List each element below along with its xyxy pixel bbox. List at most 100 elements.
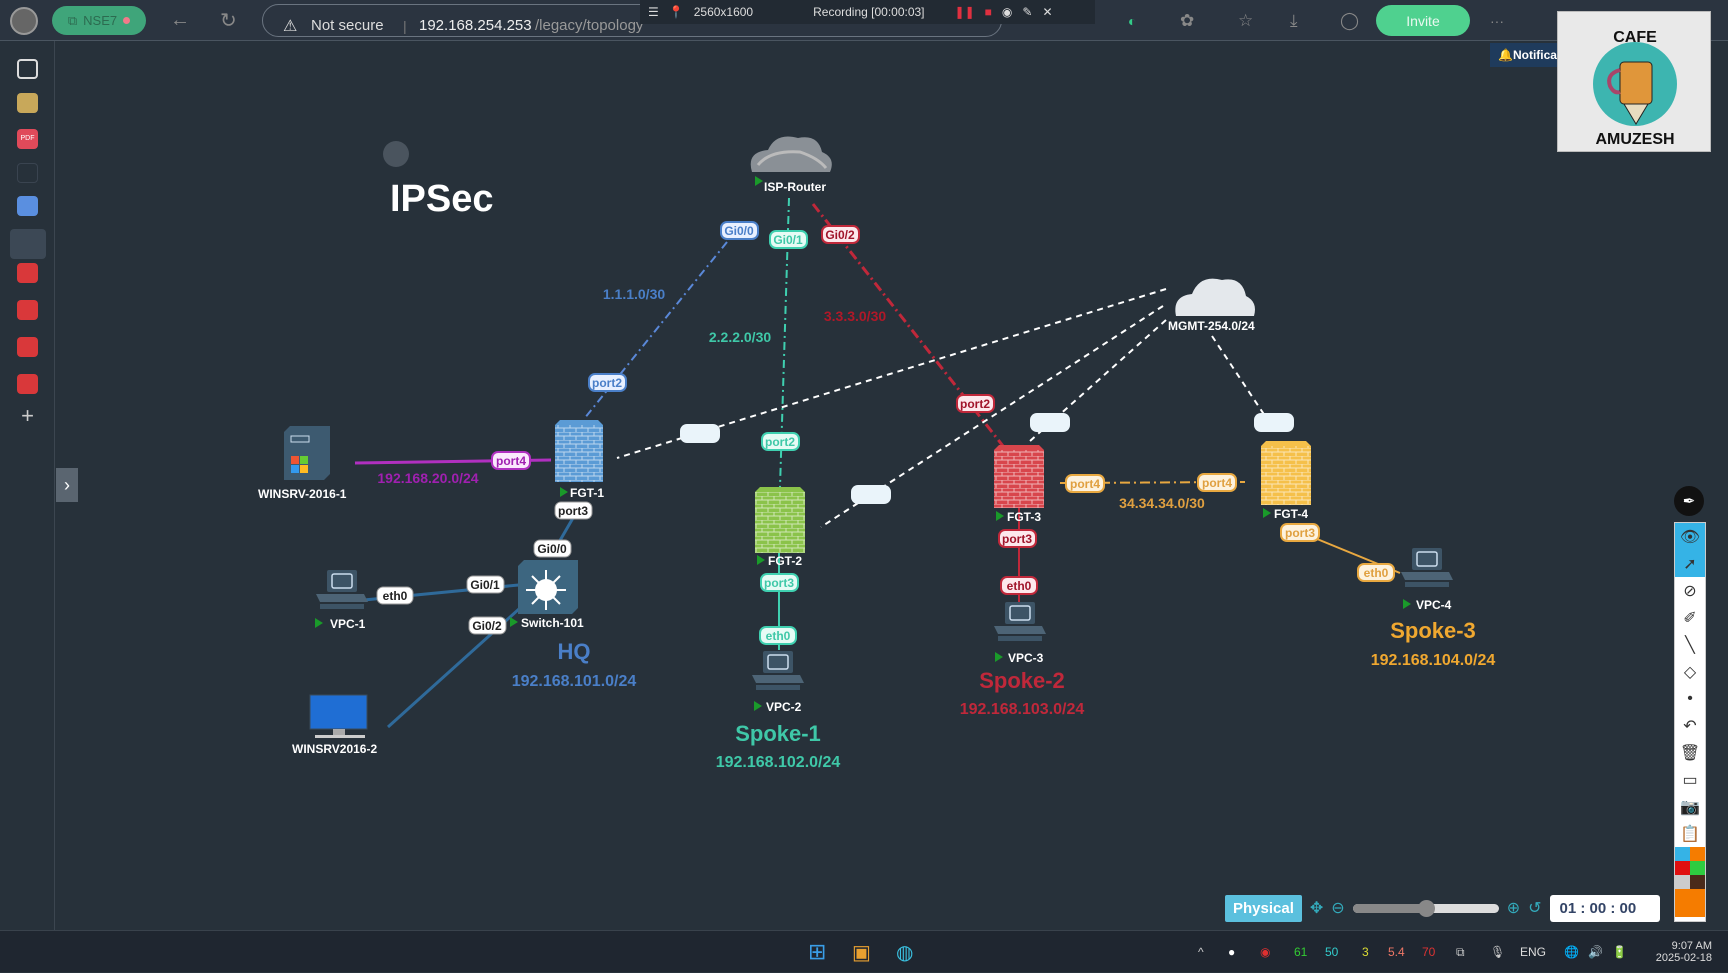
volume-icon[interactable]: 🔊 xyxy=(1588,931,1603,973)
node-label: ISP-Router xyxy=(764,180,826,194)
node-label: FGT-2 xyxy=(768,554,802,568)
svg-text:Gi0/1: Gi0/1 xyxy=(773,233,803,247)
windows-taskbar: ⊞ ▣ ◍ ^ ● ◉ 61 50 3 5.4 70 ⧉ 🎙 ENG 🌐 🔊 🔋… xyxy=(0,930,1728,972)
port-label: port2 xyxy=(588,373,627,392)
svg-text:Gi0/2: Gi0/2 xyxy=(472,619,502,633)
canvas-toolbar: Physical ✥ ⊖ ⊕ ↺ 01 : 00 : 00 xyxy=(1225,894,1660,922)
fgt3-node[interactable]: FGT-3 xyxy=(994,445,1044,524)
zoom-slider-handle[interactable] xyxy=(1417,899,1435,917)
link-winsrv2-switch[interactable] xyxy=(386,598,531,729)
topology-canvas: IPSec ISP-Router MGMT-254.0/24 FGT-1 FGT… xyxy=(258,136,1495,771)
clipboard-icon[interactable]: 📋 xyxy=(1675,820,1705,847)
annotation-pen-button[interactable]: ✒ xyxy=(1674,486,1704,516)
node-label: FGT-4 xyxy=(1274,507,1308,521)
channel-logo: CAFE AMUZESH xyxy=(1557,11,1711,152)
stat-value: 5.4 xyxy=(1388,945,1405,959)
port-label: port3 xyxy=(998,529,1037,548)
port-label: eth0 xyxy=(376,586,414,605)
language-indicator[interactable]: ENG xyxy=(1520,931,1546,973)
taskview-icon[interactable]: ▣ xyxy=(852,931,871,973)
reset-zoom-icon[interactable]: ↺ xyxy=(1528,898,1541,918)
stat-value: 61 xyxy=(1294,945,1308,959)
svg-text:port3: port3 xyxy=(558,504,588,518)
disable-icon[interactable]: ⊘ xyxy=(1675,577,1705,604)
fgt1-node[interactable]: FGT-1 xyxy=(555,420,604,500)
winsrv-2016-1-node[interactable]: WINSRV-2016-1 xyxy=(258,426,347,501)
dot-icon[interactable]: • xyxy=(1675,685,1705,712)
network-icon[interactable]: 🌐 xyxy=(1564,931,1579,973)
bell-icon: 🔔 xyxy=(1498,48,1513,62)
port-label: port3 xyxy=(554,501,593,520)
line-icon[interactable]: ╲ xyxy=(1675,631,1705,658)
screen-icon[interactable]: ⧉ xyxy=(1456,931,1465,973)
camera-icon[interactable]: 📷 xyxy=(1675,793,1705,820)
winsrv2016-2-node[interactable]: WINSRV2016-2 xyxy=(292,694,377,756)
start-icon[interactable]: ⊞ xyxy=(808,931,826,973)
link-isp-fgt1[interactable] xyxy=(583,241,728,420)
tray-app-icon[interactable]: ● xyxy=(1228,931,1235,973)
vpc-2-node[interactable]: VPC-2 xyxy=(751,650,805,714)
record-icon[interactable]: ◉ xyxy=(1260,931,1270,973)
node-label: VPC-2 xyxy=(766,700,802,714)
link-subnet-label: 34.34.34.0/30 xyxy=(1119,495,1205,511)
svg-text:CAFE: CAFE xyxy=(1613,29,1657,46)
svg-text:port4: port4 xyxy=(496,454,526,468)
zoom-in-icon[interactable]: ⊕ xyxy=(1507,898,1520,918)
undo-icon[interactable]: ↶ xyxy=(1675,712,1705,739)
running-indicator-icon xyxy=(757,555,765,565)
highlighter-icon[interactable]: ✐ xyxy=(1675,604,1705,631)
port-label: port2 xyxy=(761,432,800,451)
cursor-highlight xyxy=(383,141,409,167)
battery-icon[interactable]: 🔋 xyxy=(1612,931,1627,973)
edge-icon[interactable]: ◍ xyxy=(896,931,913,973)
running-indicator-icon xyxy=(510,617,518,627)
port-label: Gi0/2 xyxy=(468,616,507,635)
center-icon[interactable]: ✥ xyxy=(1310,898,1323,918)
eye-icon[interactable]: 👁 xyxy=(1675,523,1705,550)
switch-101-node[interactable]: Switch-101 xyxy=(510,560,584,630)
svg-text:port3: port3 xyxy=(1002,532,1032,546)
whiteboard-icon[interactable]: ▭ xyxy=(1675,766,1705,793)
port-label: Gi0/0 xyxy=(533,539,572,558)
fgt2-node[interactable]: FGT-2 xyxy=(755,487,805,568)
link-mgmt-fgt4[interactable] xyxy=(1211,335,1268,420)
vpc-4-node[interactable]: VPC-4 xyxy=(1400,547,1454,612)
site-subnet: 192.168.102.0/24 xyxy=(716,754,841,771)
svg-text:port4: port4 xyxy=(1070,477,1100,491)
node-label: FGT-1 xyxy=(570,486,604,500)
running-indicator-icon xyxy=(1263,508,1271,518)
eraser-icon[interactable]: ◇ xyxy=(1675,658,1705,685)
port-label: eth0 xyxy=(759,626,797,645)
zoom-slider[interactable] xyxy=(1352,899,1499,917)
mgmt-cloud-node[interactable]: MGMT-254.0/24 xyxy=(1168,278,1255,333)
port-label: port4 xyxy=(1065,474,1105,493)
isp-router-node[interactable]: ISP-Router xyxy=(750,136,832,195)
port-label: port4 xyxy=(491,451,531,470)
vpc-1-node[interactable]: VPC-1 xyxy=(315,569,369,631)
svg-text:eth0: eth0 xyxy=(383,589,408,603)
zoom-slider-fill xyxy=(1352,903,1426,913)
svg-text:port3: port3 xyxy=(1285,526,1315,540)
topology-title: IPSec xyxy=(390,178,494,220)
fgt4-node[interactable]: FGT-4 xyxy=(1261,441,1311,521)
current-color[interactable] xyxy=(1675,889,1705,917)
svg-text:port2: port2 xyxy=(960,397,990,411)
trash-icon[interactable]: 🗑 xyxy=(1675,739,1705,766)
port-label: port3 xyxy=(1280,523,1320,542)
show-hidden-icons[interactable]: ^ xyxy=(1198,931,1204,973)
site-name: Spoke-3 xyxy=(1390,618,1476,643)
clock[interactable]: 9:07 AM 2025-02-18 xyxy=(1642,931,1712,973)
svg-text:port3: port3 xyxy=(764,576,794,590)
site-name: Spoke-1 xyxy=(735,721,821,746)
port-label: Gi0/2 xyxy=(821,225,860,244)
pointer-icon[interactable]: ➚ xyxy=(1675,550,1705,577)
link-subnet-label: 192.168.20.0/24 xyxy=(377,470,478,486)
physical-mode-button[interactable]: Physical xyxy=(1225,894,1302,922)
color-palette[interactable] xyxy=(1675,847,1705,889)
zoom-out-icon[interactable]: ⊖ xyxy=(1331,898,1344,918)
node-label: WINSRV-2016-1 xyxy=(258,487,347,501)
vpc-3-node[interactable]: VPC-3 xyxy=(993,601,1047,665)
microphone-icon[interactable]: 🎙 xyxy=(1490,931,1505,973)
clock-time: 9:07 AM xyxy=(1671,940,1712,952)
running-indicator-icon xyxy=(1403,599,1411,609)
